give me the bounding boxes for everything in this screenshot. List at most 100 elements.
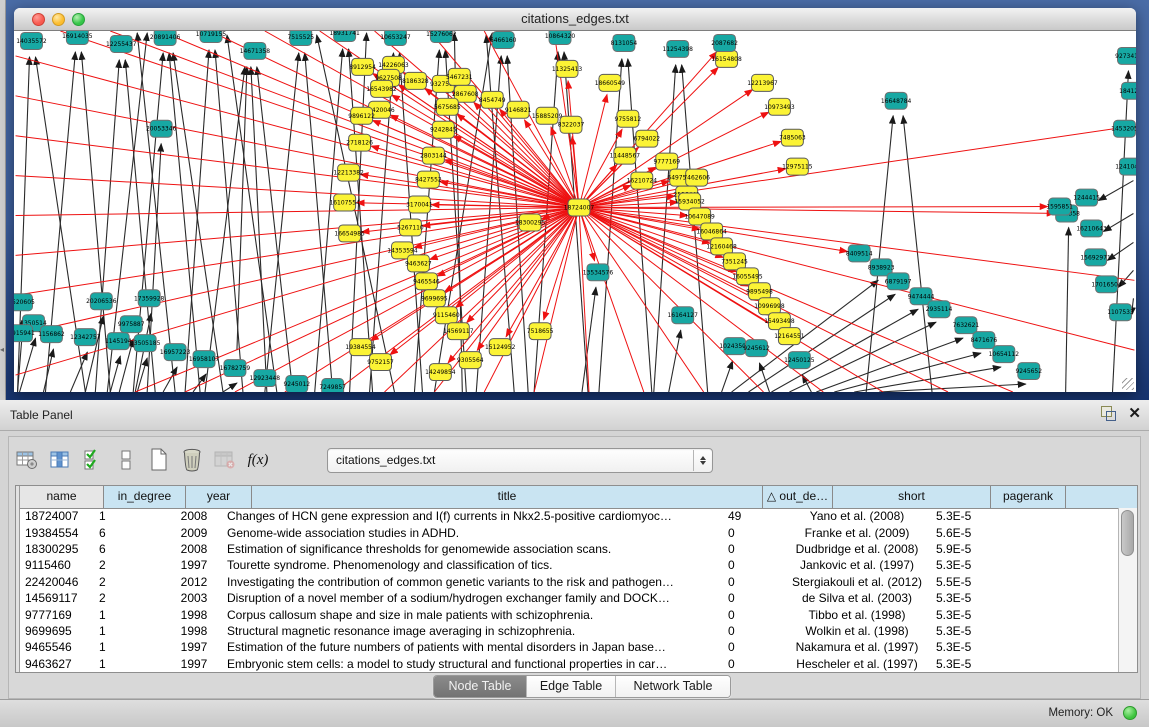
table-cell[interactable]: Hescheler et al. (1997) [783,657,931,671]
table-cell[interactable]: Estimation of the future numbers of pati… [222,640,723,654]
table-row[interactable]: 1872400712008Changes of HCN gene express… [16,508,1118,524]
table-cell[interactable]: 49 [723,509,783,523]
table-row[interactable]: 946362711997Embryonic stem cells: a mode… [16,656,1118,672]
table-cell[interactable]: Yano et al. (2008) [783,509,931,523]
table-cell[interactable]: 2008 [166,542,222,556]
table-cell[interactable]: 5.3E-5 [931,608,996,622]
table-row[interactable]: 911546021997Tourette syndrome. Phenomeno… [16,557,1118,573]
table-row[interactable]: 1938455462009Genome-wide association stu… [16,524,1118,540]
select-all-button[interactable] [81,447,105,473]
table-cell[interactable]: 5.3E-5 [931,640,996,654]
table-cell[interactable]: 1998 [166,608,222,622]
table-row[interactable]: 977716911998Corpus callosum shape and si… [16,606,1118,622]
table-cell[interactable]: 5.3E-5 [931,591,996,605]
table-cell[interactable]: 1998 [166,624,222,638]
table-cell[interactable]: Genome-wide association studies in ADHD. [222,526,723,540]
column-header-pagerank[interactable]: pagerank [991,486,1066,508]
table-row[interactable]: 946554611997Estimation of the future num… [16,639,1118,655]
table-cell[interactable]: 0 [723,657,783,671]
table-cell[interactable]: 6 [94,526,166,540]
tab-edge-table[interactable]: Edge Table [527,676,616,697]
table-cell[interactable]: 0 [723,575,783,589]
table-mode-button[interactable] [15,447,39,473]
table-cell[interactable]: Embryonic stem cells: a model to study s… [222,657,723,671]
table-cell[interactable]: 5.3E-5 [931,624,996,638]
table-row[interactable]: 1830029562008Estimation of significance … [16,541,1118,557]
table-cell[interactable]: 2 [94,591,166,605]
delete-column-button[interactable] [180,447,204,473]
table-cell[interactable]: 1 [94,608,166,622]
table-cell[interactable]: 1997 [166,640,222,654]
table-cell[interactable]: 2 [94,575,166,589]
new-column-button[interactable] [147,447,171,473]
window-titlebar[interactable]: citations_edges.txt [14,8,1136,31]
show-columns-button[interactable] [48,447,72,473]
network-canvas[interactable]: 8912954142260639627508165439828186328932… [14,31,1136,392]
table-cell[interactable]: 1 [94,640,166,654]
table-cell[interactable]: 5.3E-5 [931,657,996,671]
column-header-in_degree[interactable]: in_degree [104,486,186,508]
table-cell[interactable]: 1997 [166,657,222,671]
table-cell[interactable]: 5.9E-5 [931,542,996,556]
table-cell[interactable]: 0 [723,526,783,540]
collapsed-control-panel-strip[interactable]: ◂ [0,0,6,400]
table-cell[interactable]: 2008 [166,509,222,523]
table-cell[interactable]: Corpus callosum shape and size in male p… [222,608,723,622]
window-resize-grip[interactable] [1122,378,1134,390]
table-cell[interactable]: 1 [94,509,166,523]
table-panel-header[interactable]: Table Panel ✕ [0,400,1149,431]
scrollbar-thumb[interactable] [1121,510,1134,556]
table-row[interactable]: 1456911722003Disruption of a novel membe… [16,590,1118,606]
table-cell[interactable]: 18724007 [20,509,94,523]
table-cell[interactable]: 0 [723,608,783,622]
table-cell[interactable]: 18300295 [20,542,94,556]
table-cell[interactable]: 9699695 [20,624,94,638]
table-cell[interactable]: Franke et al. (2009) [783,526,931,540]
table-cell[interactable]: 9115460 [20,558,94,572]
table-cell[interactable]: de Silva et al. (2003) [783,591,931,605]
column-header-name[interactable]: name [20,486,104,508]
table-cell[interactable]: 9463627 [20,657,94,671]
table-cell[interactable]: 2003 [166,591,222,605]
table-cell[interactable]: 9777169 [20,608,94,622]
table-cell[interactable]: 5.3E-5 [931,509,996,523]
column-header-year[interactable]: year [186,486,252,508]
unselect-all-button[interactable] [114,447,138,473]
column-header-short[interactable]: short [833,486,991,508]
table-cell[interactable]: 5.6E-5 [931,526,996,540]
table-cell[interactable]: 9465546 [20,640,94,654]
table-cell[interactable]: Nakamura et al. (1997) [783,640,931,654]
table-cell[interactable]: 19384554 [20,526,94,540]
table-cell[interactable]: Tibbo et al. (1998) [783,608,931,622]
table-row[interactable]: 969969511998Structural magnetic resonanc… [16,623,1118,639]
table-selector-dropdown[interactable]: citations_edges.txt [327,448,713,473]
function-builder-button[interactable]: f(x) [246,447,270,473]
table-cell[interactable]: 1 [94,624,166,638]
table-cell[interactable]: 0 [723,542,783,556]
network-view-window[interactable]: citations_edges.txt 89129541422606396275… [14,8,1136,392]
table-cell[interactable]: Jankovic et al. (1997) [783,558,931,572]
table-cell[interactable]: 0 [723,558,783,572]
table-cell[interactable]: 2009 [166,526,222,540]
table-cell[interactable]: 2 [94,558,166,572]
table-cell[interactable]: Disruption of a novel member of a sodium… [222,591,723,605]
tab-network-table[interactable]: Network Table [616,676,730,697]
table-cell[interactable]: Changes of HCN gene expression and I(f) … [222,509,723,523]
table-cell[interactable]: Structural magnetic resonance image aver… [222,624,723,638]
column-header-title[interactable]: title [252,486,763,508]
table-vertical-scrollbar[interactable] [1118,508,1137,672]
table-cell[interactable]: 5.5E-5 [931,575,996,589]
table-cell[interactable]: 0 [723,640,783,654]
table-cell[interactable]: 2012 [166,575,222,589]
tab-node-table[interactable]: Node Table [434,676,527,697]
table-cell[interactable]: Estimation of significance thresholds fo… [222,542,723,556]
table-cell[interactable]: Stergiakouli et al. (2012) [783,575,931,589]
table-cell[interactable]: 5.3E-5 [931,558,996,572]
table-cell[interactable]: Wolkin et al. (1998) [783,624,931,638]
table-cell[interactable]: 0 [723,591,783,605]
table-row[interactable]: 2242004622012Investigating the contribut… [16,574,1118,590]
table-cell[interactable]: 14569117 [20,591,94,605]
table-cell[interactable]: 6 [94,542,166,556]
table-cell[interactable]: Dudbridge et al. (2008) [783,542,931,556]
table-cell[interactable]: 0 [723,624,783,638]
